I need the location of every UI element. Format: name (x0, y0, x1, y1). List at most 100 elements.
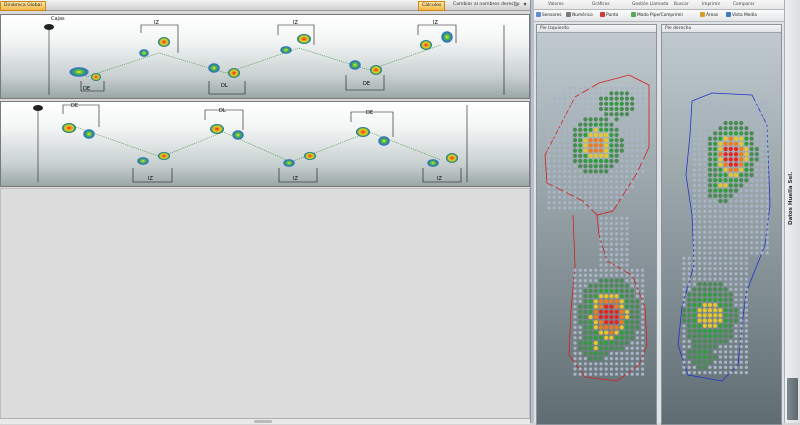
pressure-sensor-dot (573, 164, 577, 168)
pressure-sensor-dot (598, 169, 604, 174)
pressure-sensor-dot (739, 215, 743, 219)
calculations-button[interactable]: Cálculos (418, 1, 446, 11)
pressure-sensor-dot (609, 153, 614, 158)
pressure-sensor-dot (692, 246, 696, 250)
pressure-sensor-dot (563, 201, 567, 205)
pressure-sensor-dot (744, 167, 749, 172)
pressure-sensor-dot (698, 111, 702, 115)
pressure-sensor-dot (599, 273, 603, 277)
pressure-sensor-dot (598, 153, 604, 158)
mean-view-button[interactable]: Vista Media (726, 12, 757, 19)
ribbon-tab-search[interactable]: Buscar (674, 1, 689, 8)
pressure-sensor-dot (573, 310, 577, 314)
pressure-sensor-dot (563, 154, 567, 158)
pressure-sensor-dot (687, 354, 692, 360)
horizontal-scrollbar[interactable] (0, 418, 530, 424)
pressure-sensor-dot (707, 193, 713, 198)
pressure-sensor-dot (739, 256, 743, 260)
pressure-sensor-dot (604, 351, 609, 356)
pressure-sensor-dot (734, 230, 738, 234)
pressure-sensor-dot (624, 101, 630, 106)
pressure-sensor-dot (563, 138, 567, 142)
pressure-sensor-dot (593, 304, 598, 309)
pressure-sensor-dot (630, 304, 635, 309)
pressure-sensor-dot (625, 164, 629, 168)
pressure-sensor-dot (563, 107, 567, 111)
pressure-sensor-dot (568, 107, 572, 111)
pressure-sensor-dot (702, 297, 707, 302)
pressure-sensor-dot (604, 367, 608, 371)
pressure-sensor-dot (635, 351, 639, 355)
close-icon[interactable]: ▾ (521, 1, 529, 9)
pressure-sensor-dot (620, 185, 624, 189)
numeric-button[interactable]: Numérico (566, 12, 593, 19)
pressure-sensor-dot (698, 371, 702, 375)
point-button[interactable]: Punto (600, 12, 618, 19)
pressure-sensor-dot (718, 297, 723, 302)
pressure-sensor-dot (630, 314, 635, 320)
pressure-sensor-dot (635, 112, 639, 116)
pressure-sensor-dot (609, 180, 613, 184)
pressure-sensor-dot (765, 199, 769, 203)
pressure-sensor-dot (593, 309, 598, 314)
pressure-sensor-dot (609, 106, 614, 112)
pressure-sensor-dot (682, 272, 686, 276)
side-info-bar[interactable]: Datos Huella Sel. (784, 0, 800, 423)
pressure-sensor-dot (718, 141, 723, 146)
side-panel-label[interactable]: Datos Huella Sel. (788, 158, 800, 238)
pressure-sensor-dot (604, 117, 609, 122)
pressure-sensor-dot (723, 183, 728, 188)
pressure-sensor-dot (728, 188, 733, 193)
pressure-sensor-dot (692, 152, 696, 156)
pressure-sensor-dot (744, 282, 748, 286)
pipe-compress-button[interactable]: Modo Pipe/Comprimir (631, 12, 683, 19)
pressure-sensor-dot (572, 148, 578, 153)
pressure-sensor-dot (604, 346, 609, 351)
areas-button[interactable]: Áreas (700, 12, 718, 19)
pressure-sensor-dot (697, 323, 702, 328)
sensors-button[interactable]: Sensores (536, 12, 562, 19)
pressure-sensor-dot (609, 117, 613, 121)
pressure-sensor-dot (609, 268, 613, 272)
pressure-sensor-dot (614, 309, 619, 314)
ribbon-tab-values[interactable]: Valores (548, 1, 564, 8)
pressure-sensor-dot (713, 183, 718, 188)
pin-icon[interactable]: ⊥ (512, 1, 520, 9)
ribbon-tab-management[interactable]: Gestión Llamada (632, 1, 668, 8)
ribbon-tab-graphics[interactable]: Gráficos (592, 1, 610, 8)
pressure-sensor-dot (697, 282, 702, 287)
side-grip-handle[interactable] (787, 378, 798, 420)
pressure-sensor-dot (615, 367, 619, 371)
pressure-sensor-dot (755, 204, 759, 208)
pressure-sensor-dot (620, 253, 624, 257)
left-foot-panel: Pie Izquierdo (536, 24, 657, 425)
pressure-sensor-dot (718, 121, 722, 125)
pressure-sensor-dot (578, 367, 582, 371)
pressure-sensor-dot (703, 105, 707, 109)
pressure-sensor-dot (563, 190, 567, 194)
pressure-sensor-dot (744, 146, 749, 152)
left-foot-pressure-map (544, 74, 650, 382)
pressure-sensor-dot (604, 330, 609, 335)
ribbon-tab-print[interactable]: Imprimir (702, 1, 720, 8)
pressure-sensor-dot (718, 251, 722, 255)
pressure-sensor-dot (552, 195, 556, 199)
pressure-sensor-dot (718, 302, 723, 308)
pressure-sensor-dot (739, 329, 743, 333)
pressure-sensor-dot (572, 158, 578, 164)
pressure-sensor-dot (734, 365, 738, 369)
ribbon-tab-compare[interactable]: Comparar (733, 1, 754, 8)
pressure-sensor-dot (703, 116, 707, 120)
pressure-sensor-dot (718, 371, 722, 375)
pressure-sensor-dot (557, 117, 561, 121)
pressure-sensor-dot (718, 157, 723, 162)
pressure-sensor-dot (589, 279, 593, 283)
pressure-sensor-dot (609, 325, 614, 330)
pressure-sensor-dot (707, 302, 713, 308)
gait-analysis-pane: Dinámica Global Cálculos Cambiar al nomb… (0, 0, 530, 424)
pressure-sensor-dot (729, 360, 733, 364)
pressure-sensor-dot (557, 143, 561, 147)
pressure-sensor-dot (625, 232, 629, 236)
pressure-sensor-dot (583, 91, 587, 95)
tab-dinamica-global[interactable]: Dinámica Global (0, 1, 46, 11)
